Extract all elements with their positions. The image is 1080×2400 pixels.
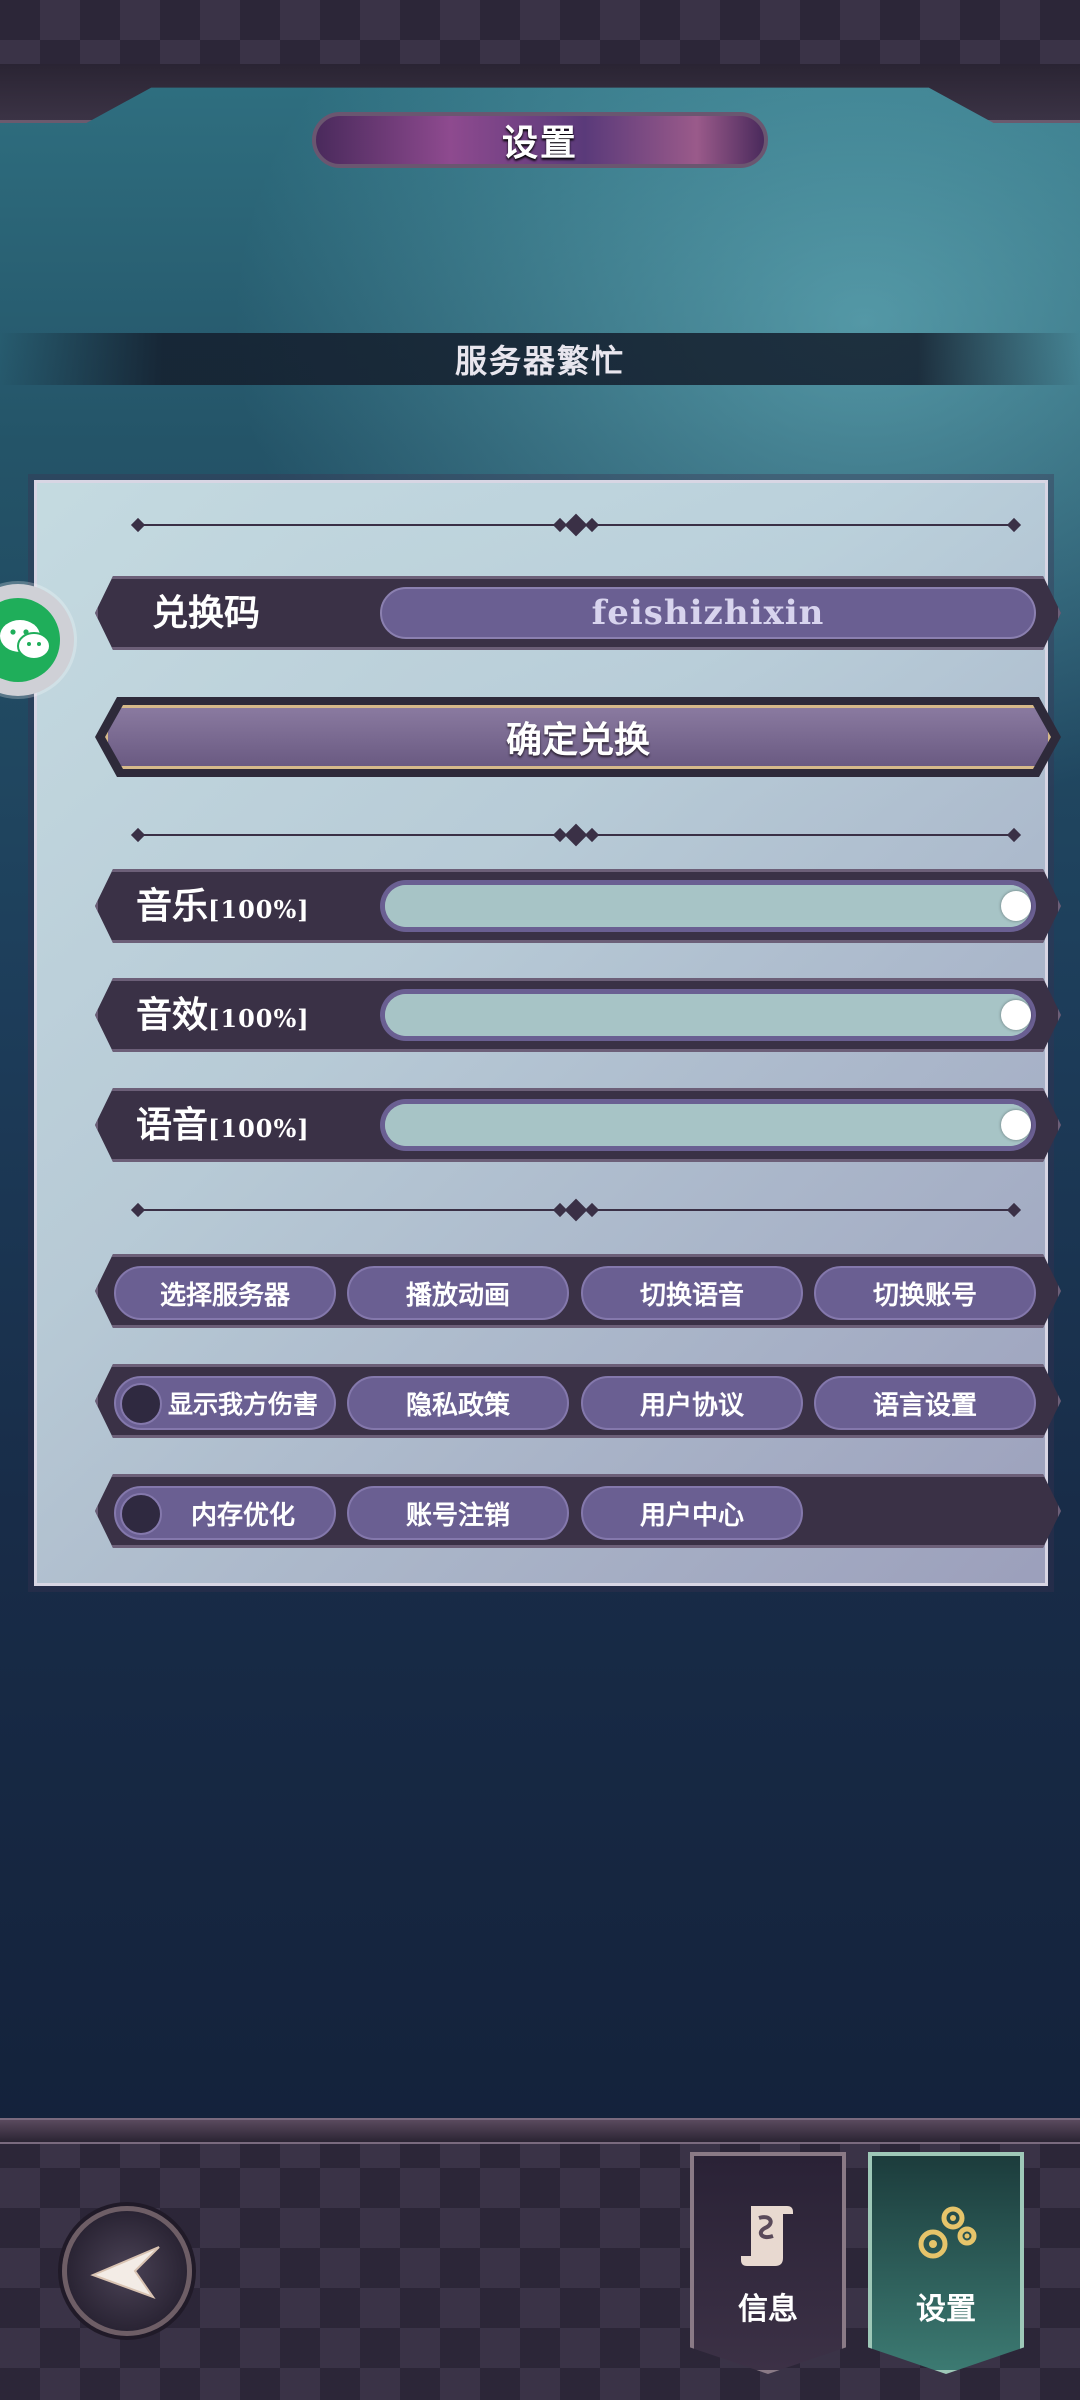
back-button[interactable]	[62, 2206, 192, 2336]
memory-optimize-toggle[interactable]: 内存优化	[114, 1486, 336, 1540]
privacy-policy-button[interactable]: 隐私政策	[347, 1376, 569, 1430]
scroll-icon	[741, 2206, 793, 2266]
voice-volume-row: 语音[100%]	[95, 1088, 1061, 1162]
sfx-label: 音效[100%]	[136, 994, 310, 1036]
tab-settings[interactable]: 设置	[868, 2152, 1024, 2374]
slider-knob[interactable]	[1001, 1000, 1031, 1030]
divider	[130, 1198, 1022, 1222]
redeem-row: 兑换码 feishizhixin	[95, 576, 1061, 650]
settings-panel: 兑换码 feishizhixin 确定兑换 音乐[100%] 音效[100%] …	[34, 480, 1048, 1586]
tab-info[interactable]: 信息	[690, 2152, 846, 2374]
show-damage-toggle[interactable]: 显示我方伤害	[114, 1376, 336, 1430]
gears-icon	[918, 2206, 977, 2259]
divider	[130, 823, 1022, 847]
tab-settings-label: 设置	[916, 2292, 976, 2327]
slider-knob[interactable]	[1001, 1110, 1031, 1140]
memory-optimize-radio[interactable]	[120, 1493, 162, 1535]
action-row-1: 选择服务器 播放动画 切换语音 切换账号	[95, 1254, 1061, 1328]
action-row-2: 显示我方伤害 隐私政策 用户协议 语言设置	[95, 1364, 1061, 1438]
select-server-button[interactable]: 选择服务器	[114, 1266, 336, 1320]
confirm-redeem-button[interactable]: 确定兑换	[95, 697, 1061, 777]
play-animation-button[interactable]: 播放动画	[347, 1266, 569, 1320]
sfx-volume-row: 音效[100%]	[95, 978, 1061, 1052]
tab-info-label: 信息	[738, 2292, 798, 2327]
page-title: 设置	[501, 122, 578, 164]
account-delete-button[interactable]: 账号注销	[347, 1486, 569, 1540]
server-status-text: 服务器繁忙	[454, 342, 625, 380]
voice-label: 语音[100%]	[136, 1104, 310, 1146]
music-label: 音乐[100%]	[136, 885, 310, 927]
redeem-code-input[interactable]: feishizhixin	[380, 587, 1036, 639]
sfx-volume-slider[interactable]	[380, 989, 1036, 1041]
music-volume-slider[interactable]	[380, 880, 1036, 932]
back-arrow-icon	[90, 2246, 160, 2300]
switch-account-button[interactable]: 切换账号	[814, 1266, 1036, 1320]
language-settings-button[interactable]: 语言设置	[814, 1376, 1036, 1430]
redeem-label: 兑换码	[152, 592, 261, 634]
top-pattern-band	[0, 0, 1080, 70]
server-status-bar: 服务器繁忙	[0, 333, 1080, 385]
voice-volume-slider[interactable]	[380, 1099, 1036, 1151]
show-damage-radio[interactable]	[120, 1383, 162, 1425]
bottom-frame-border	[0, 2118, 1080, 2144]
switch-voice-button[interactable]: 切换语音	[581, 1266, 803, 1320]
user-agreement-button[interactable]: 用户协议	[581, 1376, 803, 1430]
slider-knob[interactable]	[1001, 891, 1031, 921]
music-volume-row: 音乐[100%]	[95, 869, 1061, 943]
action-row-3: 内存优化 账号注销 用户中心	[95, 1474, 1061, 1548]
wechat-icon	[0, 620, 51, 660]
redeem-code-value: feishizhixin	[591, 593, 825, 633]
user-center-button[interactable]: 用户中心	[581, 1486, 803, 1540]
confirm-redeem-label: 确定兑换	[505, 719, 650, 761]
divider	[130, 513, 1022, 537]
title-plaque: 设置	[312, 112, 768, 168]
